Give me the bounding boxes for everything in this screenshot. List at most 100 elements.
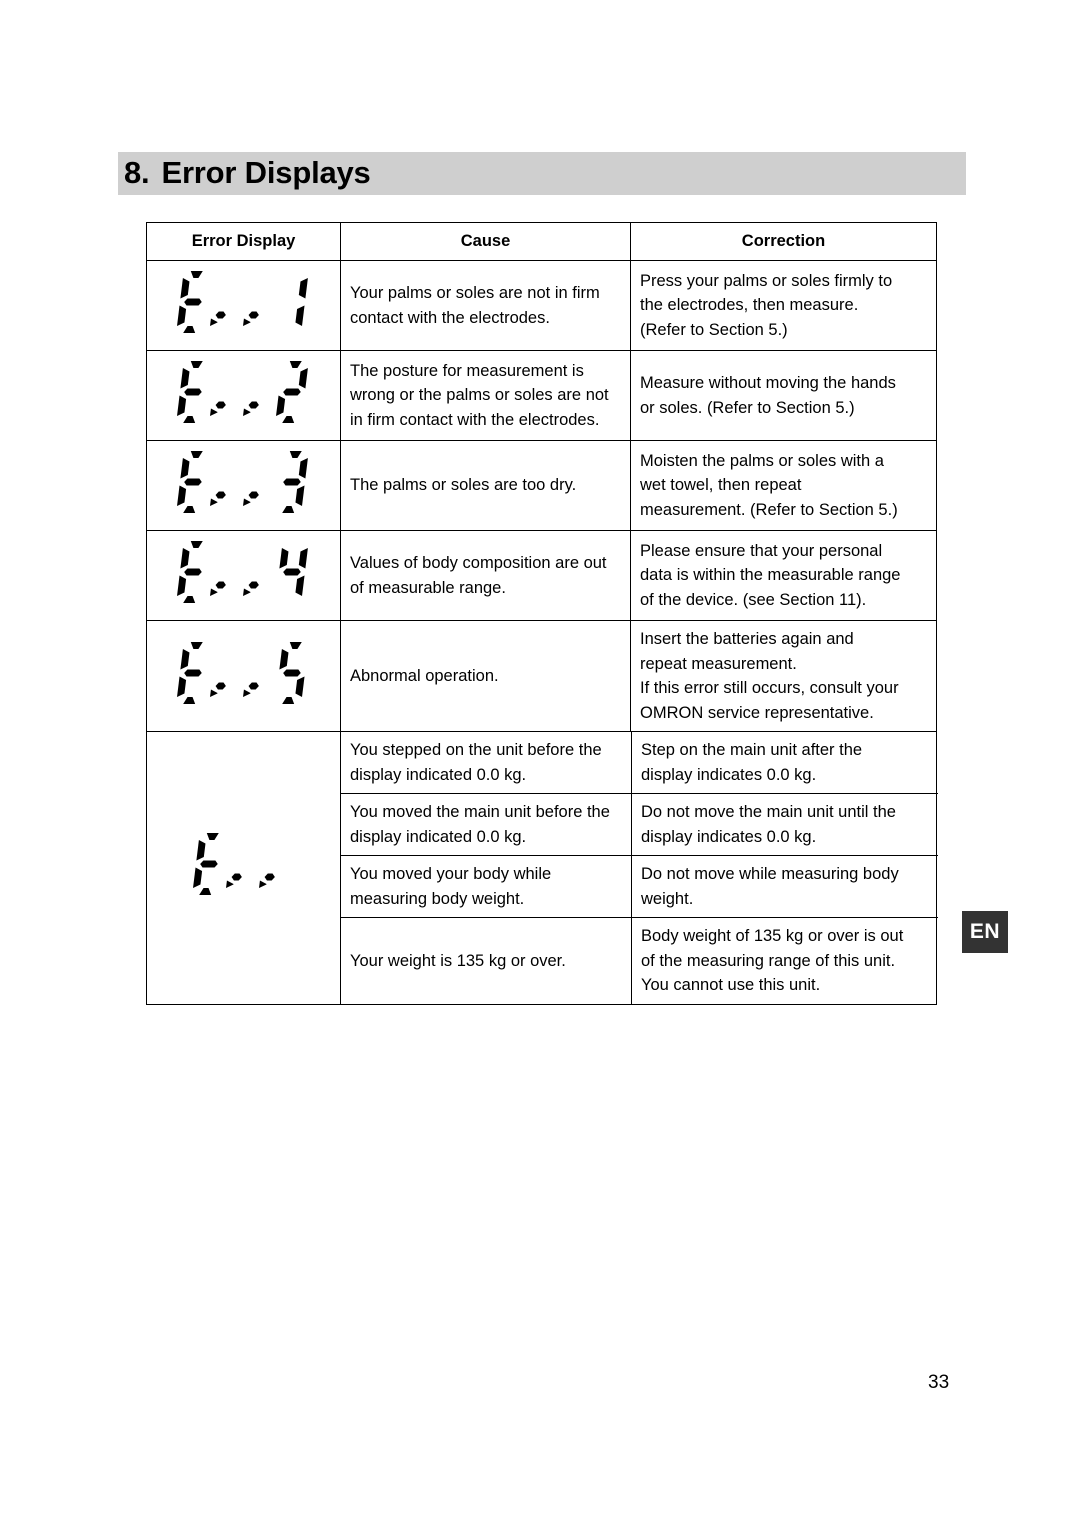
page-number: 33 xyxy=(928,1372,950,1393)
correction-text: Moisten the palms or soles with a wet tow… xyxy=(631,443,936,529)
error-display-cell-err xyxy=(146,731,341,1005)
correction-text: Measure without moving the hands or soles… xyxy=(631,365,936,426)
error-display-cell-err3 xyxy=(146,440,341,531)
correction-cell: Insert the batteries again and repeat mea… xyxy=(630,620,937,732)
grouped-rows-cell: You stepped on the unit before the displa… xyxy=(340,731,938,1005)
table-row: Values of body composition are out of mea… xyxy=(146,530,937,621)
cause-cell: Your weight is 135 kg or over. xyxy=(341,917,632,1004)
correction-text: Press your palms or soles firmly to the e… xyxy=(631,263,936,349)
text-line: of the measuring range of this unit. xyxy=(641,951,896,970)
text-line: Insert the batteries again and xyxy=(640,630,854,648)
text-line: display indicated 0.0 kg. xyxy=(350,765,527,784)
text-line: wet towel, then repeat xyxy=(640,476,802,495)
correction-text: Insert the batteries again and repeat mea… xyxy=(631,621,936,731)
text-line: of the device. (see Section 11). xyxy=(640,590,867,609)
text-line: display indicates 0.0 kg. xyxy=(641,827,817,846)
cause-text: Your weight is 135 kg or over. xyxy=(341,943,631,980)
text-line: measurement. (Refer to Section 5.) xyxy=(640,500,898,519)
correction-cell: Please ensure that your personal data is … xyxy=(630,530,937,621)
running-header xyxy=(840,110,970,121)
error-display-cell-err5 xyxy=(146,620,341,732)
error-display-cell-err1 xyxy=(146,260,341,351)
correction-cell: Do not move the main unit until the displ… xyxy=(631,793,938,856)
correction-text: Step on the main unit after the display i… xyxy=(632,732,938,793)
text-line: Step on the main unit after the xyxy=(641,741,863,759)
cause-cell: Your palms or soles are not in firm conta… xyxy=(340,260,631,351)
text-line: Abnormal operation. xyxy=(350,666,499,685)
text-line: Please ensure that your personal xyxy=(640,541,883,560)
text-line: the electrodes, then measure. xyxy=(640,296,859,315)
text-line: data is within the measurable range xyxy=(640,566,901,585)
text-line: wrong or the palms or soles are not xyxy=(350,386,609,405)
cause-text: You moved the main unit before the displa… xyxy=(341,794,631,855)
text-line: or soles. (Refer to Section 5.) xyxy=(640,398,855,417)
correction-text: Do not move the main unit until the displ… xyxy=(632,794,938,855)
sub-row: You moved the main unit before the displa… xyxy=(341,793,938,856)
table-row-group: You stepped on the unit before the displa… xyxy=(146,731,938,1005)
text-line: weight. xyxy=(641,889,694,908)
text-line: display indicated 0.0 kg. xyxy=(350,827,527,846)
cause-text: The palms or soles are too dry. xyxy=(341,467,630,504)
cause-cell: The palms or soles are too dry. xyxy=(340,440,631,531)
language-tab-label: EN xyxy=(969,920,1001,943)
correction-cell: Moisten the palms or soles with a wet tow… xyxy=(630,440,937,531)
column-header-cause: Cause xyxy=(340,222,631,261)
section-number: 8. xyxy=(124,155,150,190)
text-line: Measure without moving the hands xyxy=(640,374,896,392)
table-body: Your palms or soles are not in firm conta… xyxy=(146,260,938,1005)
correction-text: Do not move while measuring body weight. xyxy=(632,856,938,917)
text-line: You stepped on the unit before the xyxy=(350,741,602,759)
text-line: OMRON service representative. xyxy=(640,703,874,722)
error-display-cell-err4 xyxy=(146,530,341,621)
table-header-row: Error Display Cause Correction xyxy=(146,222,937,261)
sub-table: You stepped on the unit before the displa… xyxy=(341,732,938,1004)
text-line: Your weight is 135 kg or over. xyxy=(350,951,566,970)
cause-cell: Values of body composition are out of mea… xyxy=(340,530,631,621)
table-row: Abnormal operation. Insert the batteries… xyxy=(146,620,937,732)
text-line: Moisten the palms or soles with a xyxy=(640,451,884,470)
cause-cell: You moved your body while measuring body … xyxy=(341,855,632,918)
sub-row: You moved your body while measuring body … xyxy=(341,855,938,918)
column-header-correction: Correction xyxy=(630,222,937,261)
text-line: Your palms or soles are not in firm xyxy=(350,284,600,302)
text-line: The palms or soles are too dry. xyxy=(350,476,577,495)
cause-cell: You moved the main unit before the displa… xyxy=(341,793,632,856)
text-line: repeat measurement. xyxy=(640,654,797,673)
text-line: in firm contact with the electrodes. xyxy=(350,410,600,429)
column-header-error-display: Error Display xyxy=(146,222,341,261)
text-line: If this error still occurs, consult your xyxy=(640,679,899,697)
text-line: (Refer to Section 5.) xyxy=(640,320,788,339)
cause-text: Abnormal operation. xyxy=(341,658,630,695)
sub-row: Your weight is 135 kg or over. Body weig… xyxy=(341,917,938,1004)
cause-cell: Abnormal operation. xyxy=(340,620,631,732)
cause-cell: You stepped on the unit before the displa… xyxy=(341,732,632,794)
text-line: The posture for measurement is xyxy=(350,361,584,380)
cause-cell: The posture for measurement is wrong or t… xyxy=(340,350,631,441)
correction-cell: Step on the main unit after the display i… xyxy=(631,732,938,794)
error-displays-table: Error Display Cause Correction Your palm… xyxy=(146,222,938,1005)
text-line: contact with the electrodes. xyxy=(350,308,550,327)
text-line: You cannot use this unit. xyxy=(641,976,821,994)
page-title: 8. Error Displays xyxy=(124,150,371,196)
correction-cell: Do not move while measuring body weight. xyxy=(631,855,938,918)
text-line: Body weight of 135 kg or over is out xyxy=(641,927,904,945)
sub-row: You stepped on the unit before the displa… xyxy=(341,732,938,794)
text-line: Do not move while measuring body xyxy=(641,865,899,883)
document-page: 8. Error Displays Error Display Cause Cor… xyxy=(0,0,1080,1528)
text-line: Do not move the main unit until the xyxy=(641,803,896,821)
table-row: Your palms or soles are not in firm conta… xyxy=(146,260,937,351)
correction-cell: Measure without moving the hands or soles… xyxy=(630,350,937,441)
language-tab-en: EN xyxy=(962,911,1008,953)
cause-text: Values of body composition are out of mea… xyxy=(341,545,630,606)
cause-text: Your palms or soles are not in firm conta… xyxy=(341,275,630,336)
correction-cell: Press your palms or soles firmly to the e… xyxy=(630,260,937,351)
cause-text: You stepped on the unit before the displa… xyxy=(341,732,631,793)
table-row: The palms or soles are too dry. Moisten … xyxy=(146,440,937,531)
text-line: You moved the main unit before the xyxy=(350,803,610,821)
text-line: of measurable range. xyxy=(350,578,506,597)
table-row: The posture for measurement is wrong or t… xyxy=(146,350,937,441)
section-title: Error Displays xyxy=(161,155,371,190)
text-line: You moved your body while xyxy=(350,865,552,883)
correction-text: Body weight of 135 kg or over is out of t… xyxy=(632,918,938,1004)
text-line: measuring body weight. xyxy=(350,889,525,908)
